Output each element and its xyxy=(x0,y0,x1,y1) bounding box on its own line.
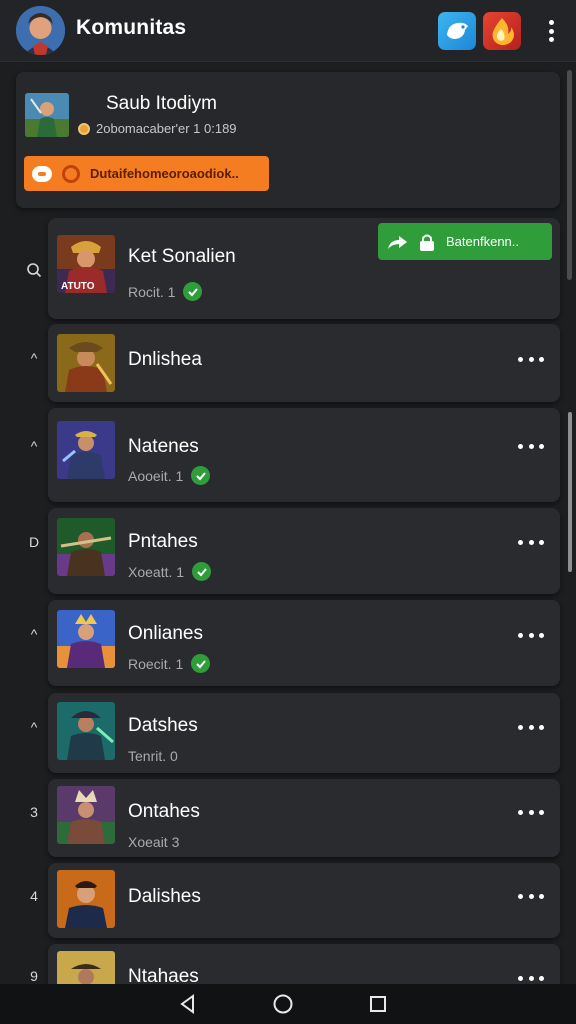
fire-app-icon[interactable] xyxy=(483,12,521,50)
game-art xyxy=(57,518,115,576)
list-item[interactable]: Onlianes Roecit. 1 xyxy=(48,600,560,686)
row-title: Ontahes xyxy=(128,801,200,822)
list-item[interactable]: Datshes Tenrit. 0 xyxy=(48,693,560,773)
profile-thumbnail xyxy=(25,93,69,137)
scrollbar-track[interactable] xyxy=(567,70,572,280)
profile-meta-text: 2obomacaber'er 1 0:189 xyxy=(96,121,237,136)
scrollbar-thumb[interactable] xyxy=(568,412,572,572)
row-title: Datshes xyxy=(128,715,198,736)
coin-icon xyxy=(78,122,90,135)
row-subtitle: Rocit. 1 xyxy=(128,282,203,301)
lock-icon xyxy=(420,234,434,251)
avatar[interactable] xyxy=(16,6,65,55)
list-item[interactable]: Dalishes xyxy=(48,863,560,938)
profile-meta: 2obomacaber'er 1 0:189 xyxy=(78,121,237,136)
art-label: ATUTO xyxy=(61,281,95,292)
verified-check-icon xyxy=(183,282,203,301)
row-index: 9 xyxy=(30,968,38,984)
chat-bubble-icon xyxy=(32,165,52,182)
system-nav-bar xyxy=(0,984,576,1024)
row-index: D xyxy=(28,534,40,550)
verified-check-icon xyxy=(191,654,211,673)
ring-icon xyxy=(62,164,80,183)
row-subtitle-text: Aooeit. 1 xyxy=(128,467,184,484)
more-horiz-icon[interactable] xyxy=(518,354,544,364)
search-icon xyxy=(27,263,42,278)
home-icon[interactable] xyxy=(269,990,297,1018)
more-horiz-icon[interactable] xyxy=(518,630,544,640)
game-art xyxy=(57,334,115,392)
row-subtitle-text: Xoeait 3 xyxy=(128,834,180,850)
row-title: Natenes xyxy=(128,436,199,457)
orange-cta-button[interactable]: Dutaifehomeoroaodiok.. xyxy=(24,156,269,191)
more-horiz-icon[interactable] xyxy=(518,807,544,817)
verified-check-icon xyxy=(191,466,211,485)
row-subtitle-text: Tenrit. 0 xyxy=(128,748,178,764)
back-icon[interactable] xyxy=(174,990,202,1018)
game-art xyxy=(57,702,115,760)
verified-check-icon xyxy=(192,562,212,581)
row-title: Dalishes xyxy=(128,886,201,907)
cta-label: Dutaifehomeoroaodiok.. xyxy=(90,166,239,181)
row-subtitle-text: Roecit. 1 xyxy=(128,655,184,672)
app-title: Komunitas xyxy=(76,16,187,39)
game-art xyxy=(57,421,115,479)
row-subtitle: Xoeatt. 1 xyxy=(128,562,212,581)
app-bar: Komunitas xyxy=(0,0,576,62)
row-index: ^ xyxy=(30,438,38,454)
row-index: 4 xyxy=(30,888,38,904)
share-button-label: Batenfkenn.. xyxy=(446,234,519,249)
list-item[interactable]: Dnlishea xyxy=(48,324,560,402)
game-art: ATUTO xyxy=(57,235,115,293)
more-horiz-icon[interactable] xyxy=(518,537,544,547)
row-index: ^ xyxy=(30,626,38,642)
profile-name: Saub Itodiym xyxy=(106,93,217,114)
row-index: 3 xyxy=(30,804,38,820)
row-subtitle: Tenrit. 0 xyxy=(128,748,178,764)
row-subtitle: Xoeait 3 xyxy=(128,834,179,850)
row-subtitle-text: Xoeatt. 1 xyxy=(128,563,185,580)
row-subtitle-text: Rocit. 1 xyxy=(128,283,176,300)
row-title: Pntahes xyxy=(128,531,198,552)
list-item[interactable]: ATUTO Ket Sonalien Rocit. 1 Batenfkenn.. xyxy=(48,218,560,319)
list-item[interactable]: Pntahes Xoeatt. 1 xyxy=(48,508,560,594)
row-index-search[interactable] xyxy=(22,262,46,281)
row-subtitle: Aooeit. 1 xyxy=(128,466,211,485)
list-item[interactable]: Ontahes Xoeait 3 xyxy=(48,779,560,857)
recents-icon[interactable] xyxy=(364,990,392,1018)
game-art xyxy=(57,870,115,928)
share-button[interactable]: Batenfkenn.. xyxy=(378,223,552,260)
row-index: ^ xyxy=(30,719,38,735)
list-item[interactable]: Natenes Aooeit. 1 xyxy=(48,408,560,502)
more-horiz-icon[interactable] xyxy=(518,973,544,983)
more-horiz-icon[interactable] xyxy=(518,722,544,732)
row-index: ^ xyxy=(30,350,38,366)
more-vert-icon[interactable] xyxy=(540,17,562,45)
bird-app-icon[interactable] xyxy=(438,12,476,50)
row-title: Ket Sonalien xyxy=(128,246,236,267)
more-horiz-icon[interactable] xyxy=(518,441,544,451)
share-arrow-icon xyxy=(388,235,407,249)
row-subtitle: Roecit. 1 xyxy=(128,654,211,673)
profile-card: Saub Itodiym 2obomacaber'er 1 0:189 Duta… xyxy=(16,72,560,208)
more-horiz-icon[interactable] xyxy=(518,891,544,901)
game-art xyxy=(57,786,115,844)
row-title: Onlianes xyxy=(128,623,203,644)
row-title: Dnlishea xyxy=(128,349,202,370)
game-art xyxy=(57,610,115,668)
